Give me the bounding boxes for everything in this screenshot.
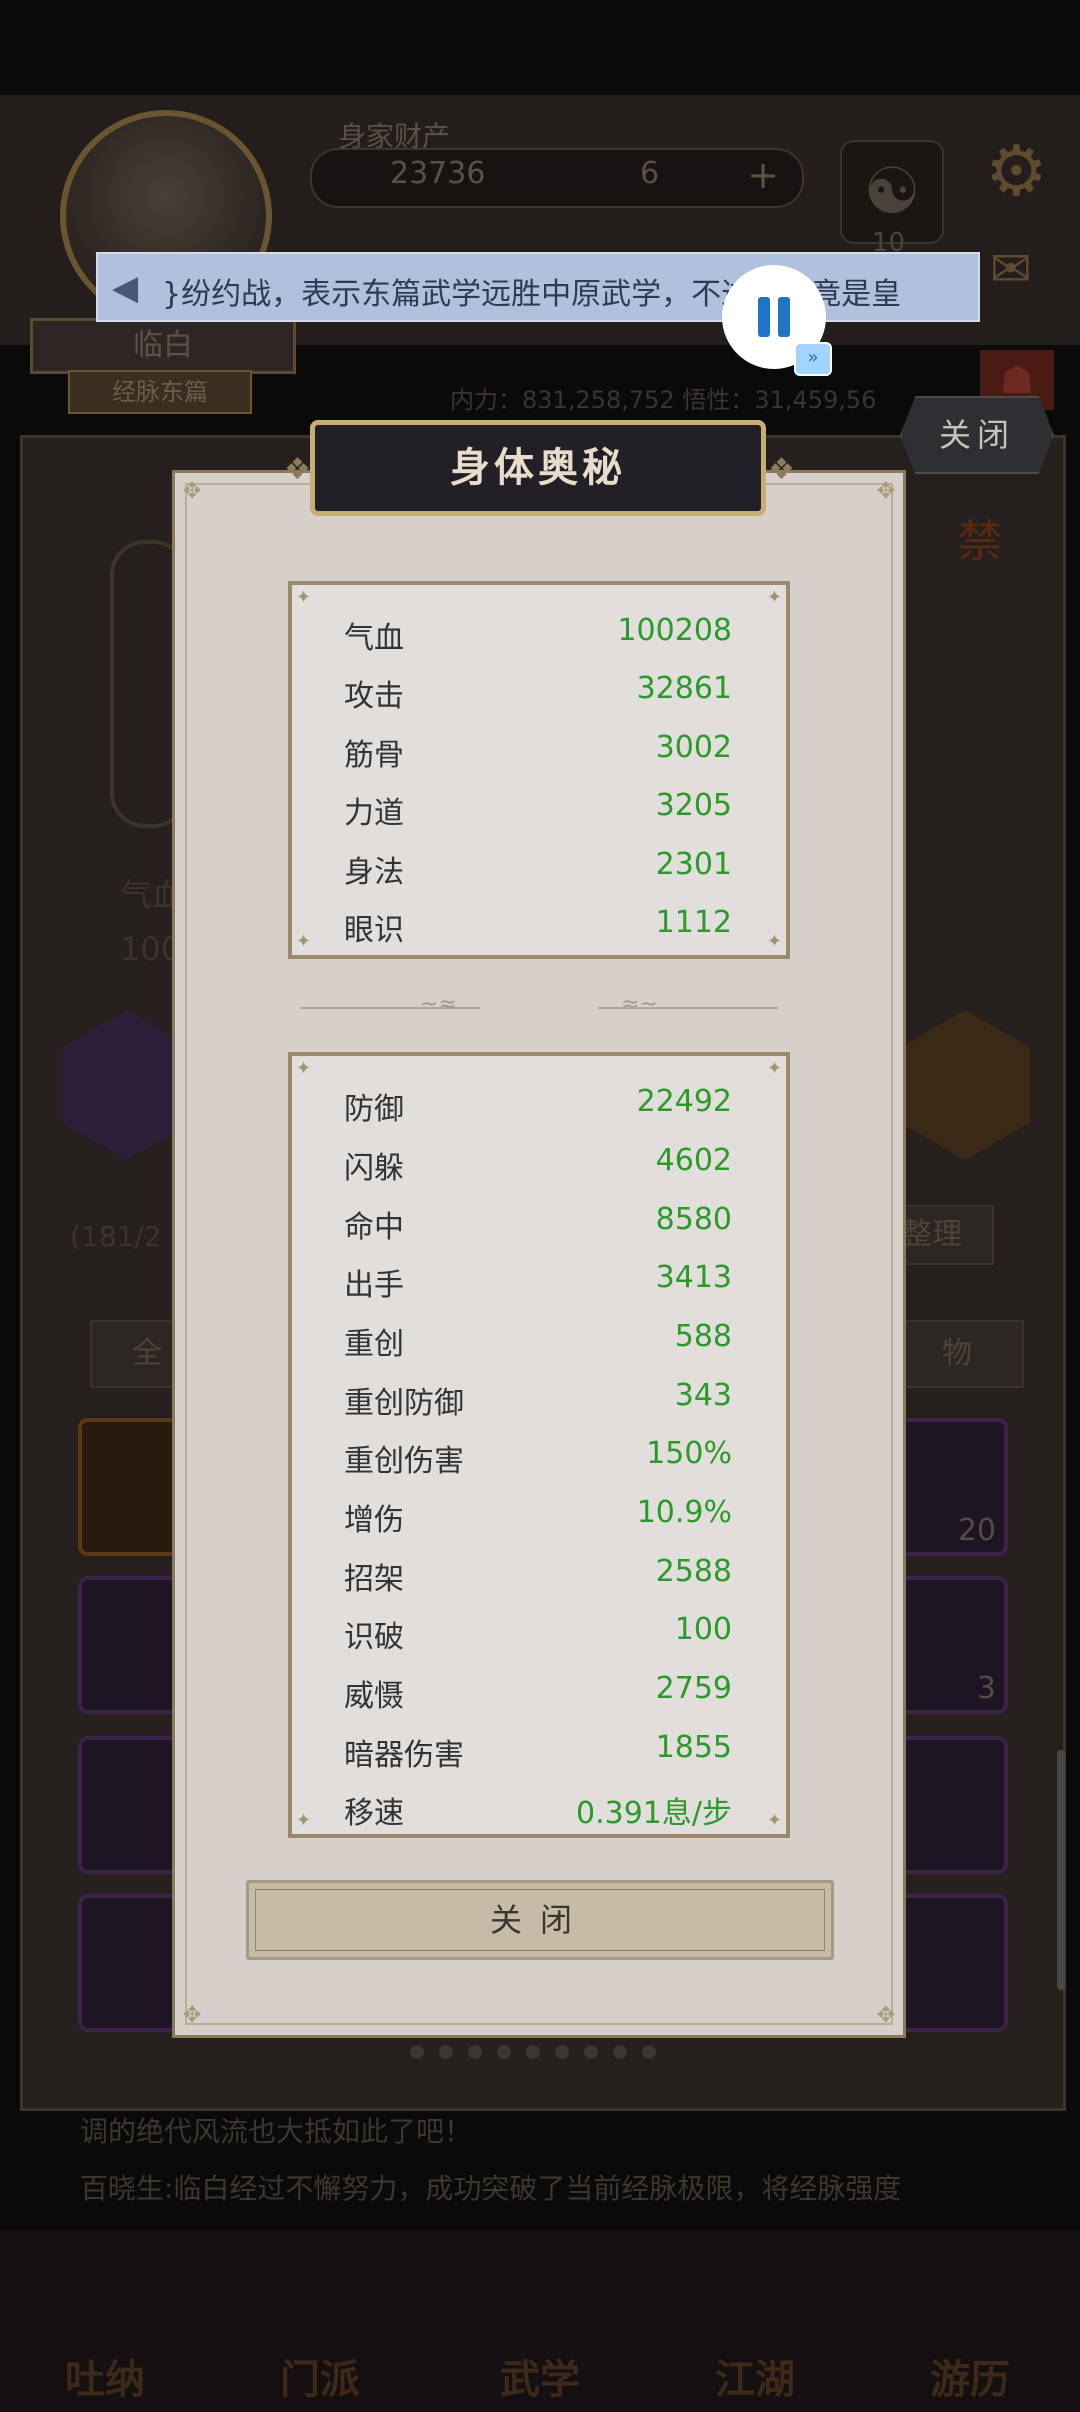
stat-label: 筋骨: [344, 738, 404, 773]
announcement-marquee[interactable]: ◀ }纷约战，表示东篇武学远胜中原武学，不过他毕竟是皇: [96, 252, 980, 322]
stat-label: 力道: [344, 796, 404, 831]
stat-row: 力道 3205: [292, 780, 786, 838]
player-title: 经脉东篇: [68, 370, 252, 414]
stat-row: 招架 2588: [292, 1546, 786, 1604]
stat-row: 闪躲 4602: [292, 1135, 786, 1193]
stat-label: 闪躲: [344, 1151, 404, 1186]
gear-icon[interactable]: ⚙: [985, 130, 1048, 212]
stat-value: 0.391息/步: [576, 1796, 732, 1831]
stat-row: 重创伤害 150%: [292, 1428, 786, 1486]
stat-label: 眼识: [344, 913, 404, 948]
stat-row: 命中 8580: [292, 1194, 786, 1252]
nav-jianghu[interactable]: 江湖: [680, 2255, 830, 2405]
stat-row: 重创 588: [292, 1311, 786, 1369]
corner-ornament-icon: ✥: [183, 479, 202, 504]
stat-row: 气血 100208: [292, 605, 786, 663]
stat-value: 22492: [636, 1084, 732, 1119]
stat-value: 3205: [655, 788, 732, 823]
stat-label: 出手: [344, 1268, 404, 1303]
stat-value: 2588: [655, 1554, 732, 1589]
stat-label: 重创防御: [344, 1386, 464, 1421]
nav-tuna[interactable]: 吐纳: [30, 2255, 180, 2405]
stat-value: 3413: [655, 1260, 732, 1295]
divider-ornament-icon: ~≈: [420, 992, 457, 1017]
dialog-title: 身体奥秘: [310, 420, 766, 516]
stat-label: 招架: [344, 1562, 404, 1597]
slot-count: 3: [976, 1671, 996, 1706]
stat-row: 出手 3413: [292, 1252, 786, 1310]
add-currency-button[interactable]: +: [740, 152, 786, 198]
stat-value: 1112: [655, 905, 732, 940]
stat-label: 暗器伤害: [344, 1738, 464, 1773]
stat-row: 眼识 1112: [292, 897, 786, 955]
stat-row: 识破 100: [292, 1604, 786, 1662]
mail-icon[interactable]: ✉: [990, 240, 1032, 298]
dialog-close-button[interactable]: 关闭: [246, 1880, 834, 1960]
forbid-badge-icon[interactable]: 禁: [940, 505, 1020, 625]
fast-forward-icon[interactable]: »: [794, 342, 832, 376]
log-line: 百晓生:临白经过不懈努力，成功突破了当前经脉极限，将经脉强度: [80, 2172, 902, 2205]
corner-ornament-icon: ✥: [876, 479, 895, 504]
stat-value: 150%: [646, 1436, 732, 1471]
stats-strip: 内力：831,258,752 悟性：31,459,56: [450, 386, 877, 414]
corner-ornament-icon: ✥: [876, 2003, 895, 2028]
divider-ornament-icon: ≈~: [621, 992, 658, 1017]
stat-label: 识破: [344, 1620, 404, 1655]
slot-count: 20: [957, 1513, 996, 1548]
tab-items[interactable]: 物: [890, 1320, 1024, 1388]
stat-value: 588: [674, 1319, 732, 1354]
stat-value: 2301: [655, 847, 732, 882]
stat-label: 重创: [344, 1327, 404, 1362]
stat-value: 4602: [655, 1143, 732, 1178]
stat-row: 重创防御 343: [292, 1370, 786, 1428]
page-indicator: [410, 2044, 671, 2063]
nav-youli[interactable]: 游历: [895, 2255, 1045, 2405]
stat-value: 10.9%: [636, 1495, 732, 1530]
combat-stats-box: ✦ ✦ ✦ ✦ 防御 22492 闪躲 4602 命中 8580 出手 3413…: [288, 1052, 790, 1838]
nav-menpai[interactable]: 门派: [245, 2255, 395, 2405]
stat-label: 增伤: [344, 1503, 404, 1538]
bag-capacity: (181/2: [70, 1220, 162, 1253]
nav-wuxue[interactable]: 武学: [465, 2255, 615, 2405]
basic-stats-box: ✦ ✦ ✦ ✦ 气血 100208 攻击 32861 筋骨 3002 力道 32…: [288, 581, 790, 959]
stat-label: 威慑: [344, 1679, 404, 1714]
stat-value: 100: [674, 1612, 732, 1647]
stat-label: 气血: [344, 621, 404, 656]
stat-row: 攻击 32861: [292, 663, 786, 721]
title-wing-left-icon: ❖: [284, 452, 311, 487]
outer-close-button[interactable]: 关闭: [900, 396, 1054, 474]
stat-row: 暗器伤害 1855: [292, 1722, 786, 1780]
player-name: 临白: [30, 318, 296, 374]
stat-label: 防御: [344, 1092, 404, 1127]
stat-row: 筋骨 3002: [292, 722, 786, 780]
coin-count: 23736: [390, 156, 486, 191]
megaphone-icon: ◀: [112, 268, 139, 308]
stat-row: 身法 2301: [292, 839, 786, 897]
stat-value: 1855: [655, 1730, 732, 1765]
scrollbar[interactable]: [1057, 1750, 1065, 1990]
section-divider: ~≈ ≈~: [300, 992, 778, 1018]
stat-value: 8580: [655, 1202, 732, 1237]
corner-ornament-icon: ✥: [183, 2003, 202, 2028]
stat-label: 移速: [344, 1796, 404, 1831]
stat-row: 威慑 2759: [292, 1663, 786, 1721]
pause-icon: [758, 297, 770, 337]
stat-label: 重创伤害: [344, 1444, 464, 1479]
stat-value: 343: [674, 1378, 732, 1413]
log-line: 调的绝代风流也大抵如此了吧！: [80, 2115, 473, 2148]
stat-label: 命中: [344, 1210, 404, 1245]
stat-value: 2759: [655, 1671, 732, 1706]
announcement-text: }纷约战，表示东篇武学远胜中原武学，不过他毕竟是皇: [162, 277, 902, 312]
stat-value: 100208: [617, 613, 732, 648]
stat-value: 32861: [636, 671, 732, 706]
title-wing-right-icon: ❖: [768, 452, 795, 487]
stat-label: 身法: [344, 855, 404, 890]
wealth-bar: [310, 148, 804, 208]
stat-label: 攻击: [344, 679, 404, 714]
stat-row: 移速 0.391息/步: [292, 1780, 786, 1838]
stat-row: 防御 22492: [292, 1076, 786, 1134]
stat-value: 3002: [655, 730, 732, 765]
stat-row: 增伤 10.9%: [292, 1487, 786, 1545]
gem-count: 6: [640, 156, 660, 191]
